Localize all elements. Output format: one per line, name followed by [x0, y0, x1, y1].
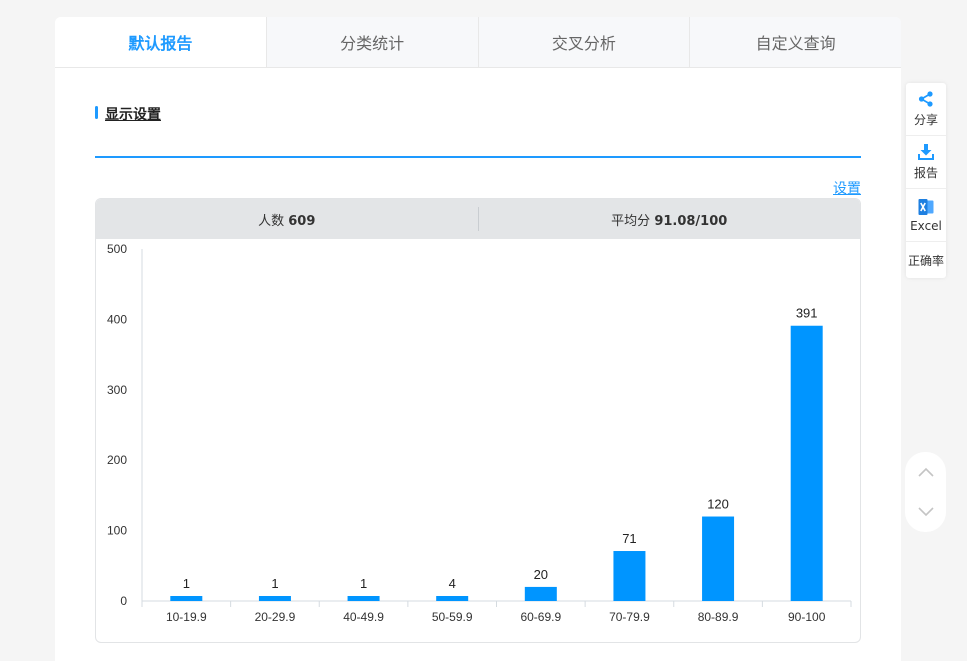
x-tick-label: 80-89.9 — [698, 610, 739, 624]
y-tick-label: 300 — [107, 383, 127, 397]
download-icon — [918, 144, 934, 160]
tab-default-report[interactable]: 默认报告 — [55, 17, 266, 67]
bar — [702, 516, 735, 601]
bar — [170, 596, 203, 601]
scroll-down-button[interactable] — [906, 492, 946, 532]
settings-link[interactable]: 设置 — [833, 178, 861, 198]
scroll-up-button[interactable] — [906, 452, 946, 492]
x-tick-label: 50-59.9 — [432, 610, 473, 624]
count-label: 人数 — [258, 213, 285, 229]
report-label: 报告 — [913, 166, 938, 180]
x-tick-label: 70-79.9 — [609, 610, 650, 624]
data-label: 1 — [271, 576, 278, 591]
participant-count: 人数 609 — [96, 210, 478, 229]
y-tick-label: 200 — [107, 453, 127, 467]
x-tick-label: 60-69.9 — [520, 610, 561, 624]
excel-icon — [918, 198, 934, 215]
bar — [524, 586, 557, 601]
stats-bar: 人数 609 平均分 91.08/100 — [96, 199, 860, 239]
data-label: 20 — [534, 567, 548, 582]
floating-toolbar: 分享 报告 Excel 正确率 — [906, 83, 946, 278]
accuracy-button[interactable]: 正确率 — [906, 242, 946, 278]
avg-value: 91.08/100 — [654, 213, 728, 229]
data-label: 120 — [707, 497, 729, 512]
x-tick-label: 90-100 — [788, 610, 826, 624]
report-card: 默认报告 分类统计 交叉分析 自定义查询 显示设置 设置 人数 609 平均分 … — [55, 17, 901, 661]
section-divider — [95, 156, 861, 158]
accuracy-label: 正确率 — [907, 253, 944, 268]
x-tick-label: 10-19.9 — [166, 610, 207, 624]
chart-panel: 人数 609 平均分 91.08/100 0 100 200 300 400 500 1 10… — [95, 198, 861, 643]
y-tick-label: 500 — [107, 242, 127, 256]
y-tick-label: 100 — [107, 524, 127, 538]
report-download-button[interactable]: 报告 — [906, 136, 946, 189]
bar — [347, 596, 380, 601]
share-icon — [918, 91, 933, 107]
x-tick-label: 20-29.9 — [255, 610, 296, 624]
bar — [613, 551, 646, 601]
tab-category-stats[interactable]: 分类统计 — [265, 17, 478, 67]
average-score: 平均分 91.08/100 — [479, 210, 861, 229]
bar — [436, 596, 469, 601]
data-label: 1 — [360, 576, 367, 591]
y-tick-label: 0 — [120, 594, 127, 608]
x-tick-label: 40-49.9 — [343, 610, 384, 624]
tab-cross-analysis[interactable]: 交叉分析 — [477, 17, 690, 67]
bar — [790, 325, 823, 601]
score-distribution-chart: 0 100 200 300 400 500 1 10-19.9 1 20-29.9 1 40-49.9… — [107, 242, 852, 624]
share-label: 分享 — [913, 113, 938, 127]
data-label: 1 — [183, 576, 190, 591]
excel-label: Excel — [910, 218, 942, 233]
chevron-up-icon — [917, 467, 934, 477]
data-label: 4 — [449, 576, 456, 591]
excel-export-button[interactable]: Excel — [906, 189, 946, 242]
chevron-down-icon — [917, 507, 934, 517]
data-label: 71 — [622, 531, 636, 546]
avg-label: 平均分 — [611, 213, 651, 229]
y-tick-label: 400 — [107, 312, 127, 326]
count-value: 609 — [288, 213, 316, 229]
bar — [258, 596, 291, 601]
scroll-controls — [905, 452, 946, 532]
data-label: 391 — [796, 306, 818, 321]
report-tabs: 默认报告 分类统计 交叉分析 自定义查询 — [55, 17, 901, 68]
share-button[interactable]: 分享 — [906, 83, 946, 136]
tab-custom-query[interactable]: 自定义查询 — [689, 17, 901, 67]
section-title: 显示设置 — [95, 104, 161, 124]
